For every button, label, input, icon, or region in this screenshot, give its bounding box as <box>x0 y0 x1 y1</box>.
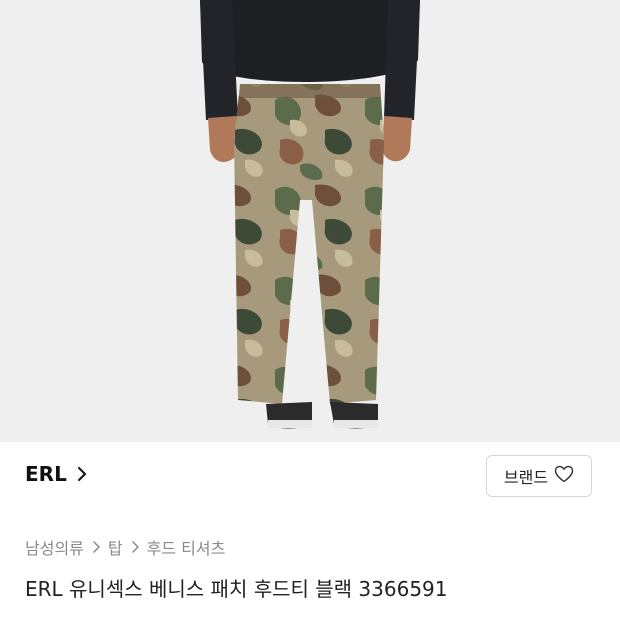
product-title: ERL 유니섹스 베니스 패치 후드티 블랙 3366591 <box>25 577 448 601</box>
chevron-right-icon <box>75 467 89 481</box>
heart-outline-icon <box>554 465 574 487</box>
brand-favorite-button[interactable]: 브랜드 <box>486 455 592 497</box>
product-photo-icon <box>0 0 620 442</box>
chevron-right-icon <box>91 541 101 553</box>
product-image[interactable] <box>0 0 620 442</box>
brand-link[interactable]: ERL <box>25 462 89 486</box>
breadcrumb: 남성의류 탑 후드 티셔츠 <box>25 535 225 559</box>
chevron-right-icon <box>130 541 140 553</box>
breadcrumb-item[interactable]: 남성의류 <box>25 535 84 559</box>
brand-button-label: 브랜드 <box>503 468 549 487</box>
breadcrumb-item[interactable]: 탑 <box>108 535 123 559</box>
brand-name: ERL <box>25 462 67 486</box>
breadcrumb-item[interactable]: 후드 티셔츠 <box>147 535 226 559</box>
